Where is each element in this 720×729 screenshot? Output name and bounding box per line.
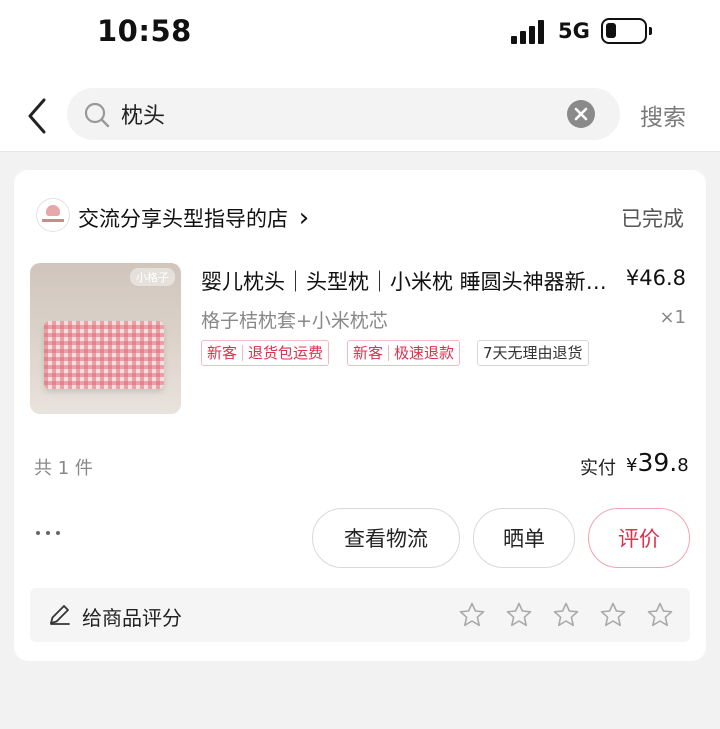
shop-name: 交流分享头型指导的店 bbox=[78, 207, 288, 231]
product-image[interactable]: 小格子 bbox=[30, 263, 181, 414]
back-button[interactable] bbox=[22, 96, 56, 136]
shop-name-link[interactable]: 交流分享头型指导的店 › bbox=[78, 203, 309, 233]
total-amount: ¥39.8 bbox=[626, 448, 689, 477]
order-status: 已完成 bbox=[621, 207, 684, 231]
search-input[interactable]: 枕头 bbox=[67, 88, 620, 140]
rating-label: 给商品评分 bbox=[82, 606, 182, 630]
search-query: 枕头 bbox=[121, 104, 166, 129]
header: 10:58 5G 枕头 搜索 bbox=[0, 0, 720, 152]
tag-label: 退货包运费 bbox=[248, 344, 324, 362]
item-count: 共 1 件 bbox=[34, 458, 93, 479]
back-arrow-icon bbox=[28, 98, 46, 134]
review-button[interactable]: 评价 bbox=[588, 508, 690, 568]
product-price: ¥46.8 bbox=[625, 266, 686, 290]
product-title[interactable]: 婴儿枕头｜头型枕｜小米枕 睡圆头神器新生儿宝宝0-1-3岁 bbox=[201, 266, 611, 296]
signal-icon bbox=[511, 20, 547, 44]
status-time: 10:58 bbox=[97, 14, 192, 48]
currency-symbol: ¥ bbox=[626, 455, 638, 476]
product-quantity: ×1 bbox=[659, 307, 686, 328]
share-order-button[interactable]: 晒单 bbox=[473, 508, 575, 568]
tag-label: 极速退款 bbox=[394, 344, 455, 362]
search-icon bbox=[84, 102, 110, 128]
star-icon[interactable] bbox=[552, 601, 580, 629]
more-dots-icon[interactable] bbox=[36, 526, 68, 540]
service-tag: 7天无理由退货 bbox=[477, 340, 589, 366]
star-icon[interactable] bbox=[599, 601, 627, 629]
tag-label: 新客 bbox=[353, 344, 384, 362]
tag-label: 7天无理由退货 bbox=[483, 344, 583, 362]
search-button[interactable]: 搜索 bbox=[640, 98, 686, 132]
clear-button[interactable] bbox=[567, 100, 595, 128]
star-icon[interactable] bbox=[458, 601, 486, 629]
star-icon[interactable] bbox=[505, 601, 533, 629]
rating-bar: 给商品评分 bbox=[30, 588, 690, 642]
pillow-image bbox=[44, 321, 164, 389]
service-tag: 新客 退货包运费 bbox=[201, 340, 330, 366]
shop-logo bbox=[36, 198, 70, 232]
battery-icon bbox=[601, 18, 652, 44]
view-logistics-button[interactable]: 查看物流 bbox=[312, 508, 460, 568]
product-spec: 格子桔枕套+小米枕芯 bbox=[201, 310, 388, 332]
pen-icon bbox=[50, 605, 70, 625]
clear-icon bbox=[574, 107, 588, 121]
star-icon[interactable] bbox=[646, 601, 674, 629]
chevron-right-icon: › bbox=[298, 203, 310, 233]
service-tag: 新客 极速退款 bbox=[347, 340, 461, 366]
total-label: 实付 bbox=[580, 458, 616, 479]
image-badge: 小格子 bbox=[130, 268, 175, 286]
total-main: 39. bbox=[637, 448, 678, 477]
order-card: 交流分享头型指导的店 › 已完成 小格子 婴儿枕头｜头型枕｜小米枕 睡圆头神器新… bbox=[14, 170, 706, 661]
total-decimal: 8 bbox=[677, 455, 689, 476]
network-type: 5G bbox=[558, 19, 590, 43]
tag-label: 新客 bbox=[207, 344, 238, 362]
